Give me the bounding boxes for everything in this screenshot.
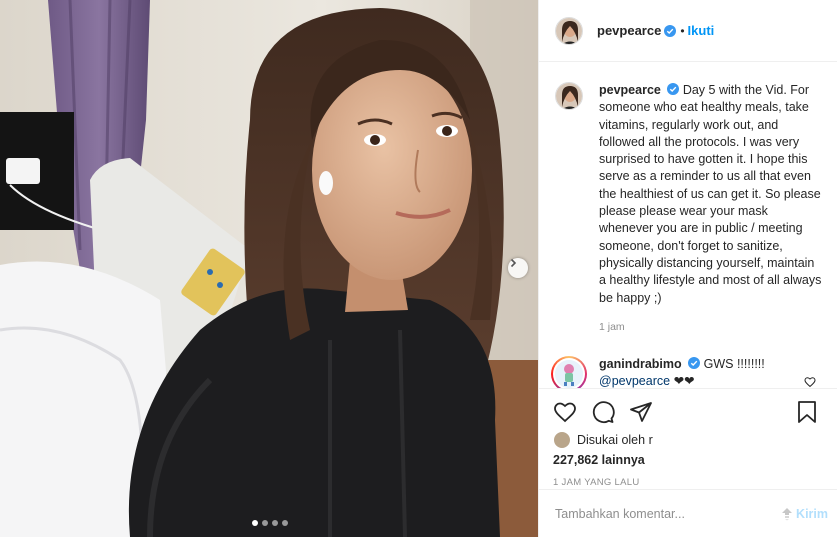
commenter-username[interactable]: ganindrabimo [599,357,682,371]
action-bar [553,399,826,425]
comment-composer: Kirim [539,489,837,537]
chevron-right-icon [510,258,517,268]
comment-input[interactable] [555,506,782,521]
comment-hearts: ❤❤ [673,374,695,388]
post-date[interactable]: 1 JAM YANG LALU [553,477,826,488]
verified-badge-icon [688,357,701,370]
likes-count[interactable]: 227,862 lainnya [553,453,826,467]
post-header: pevpearce • Ikuti [539,0,837,62]
liked-by-text: Disukai oleh r [577,433,653,447]
carousel-dot [272,520,278,526]
heart-icon[interactable] [553,400,577,424]
caption-body: pevpearce Day 5 with the Vid. For someon… [599,82,822,336]
carousel-indicator [252,520,288,526]
post-side-panel: pevpearce • Ikuti pevpearce Day 5 with t… [538,0,837,537]
liked-by[interactable]: Disukai oleh r [553,431,826,449]
post-actions: Disukai oleh r 227,862 lainnya 1 JAM YAN… [539,388,837,488]
post-comment-button[interactable]: Kirim [781,507,828,521]
carousel-dot [252,520,258,526]
avatar-image [555,360,583,388]
send-label: Kirim [796,506,828,521]
comment-mention[interactable]: @pevpearce [599,374,670,388]
like-comment-heart-icon[interactable] [804,376,816,388]
follow-button[interactable]: Ikuti [688,23,715,38]
emoji-icon [782,507,793,520]
post-caption: pevpearce Day 5 with the Vid. For someon… [539,62,837,336]
avatar-image [556,17,582,44]
comment-item: ganindrabimo GWS !!!!!!!! @pevpearce ❤❤ [539,336,837,388]
caption-username[interactable]: pevpearce [599,83,661,97]
post-author-username[interactable]: pevpearce [597,23,661,38]
verified-badge-icon [667,83,680,95]
photo-image [0,0,538,537]
comment-text: GWS !!!!!!!! [703,357,765,372]
carousel-dot [262,520,268,526]
share-icon[interactable] [629,400,653,424]
commenter-avatar[interactable] [551,356,587,388]
liker-avatar[interactable] [553,431,571,449]
comments-list[interactable]: pevpearce Day 5 with the Vid. For someon… [539,62,837,388]
bookmark-icon[interactable] [796,400,818,424]
caption-text: Day 5 with the Vid. For someone who eat … [599,83,822,305]
carousel-dot [282,520,288,526]
avatar-image [556,83,582,109]
caption-avatar[interactable] [555,82,583,110]
comment-body: ganindrabimo GWS !!!!!!!! @pevpearce ❤❤ [599,356,799,388]
verified-badge-icon [664,24,677,37]
caption-timestamp[interactable]: 1 jam [599,319,822,336]
avatar[interactable] [555,16,583,45]
comment-icon[interactable] [591,400,615,424]
post-photo[interactable] [0,0,538,537]
carousel-next-button[interactable] [508,258,528,278]
separator-bullet: • [680,23,685,38]
